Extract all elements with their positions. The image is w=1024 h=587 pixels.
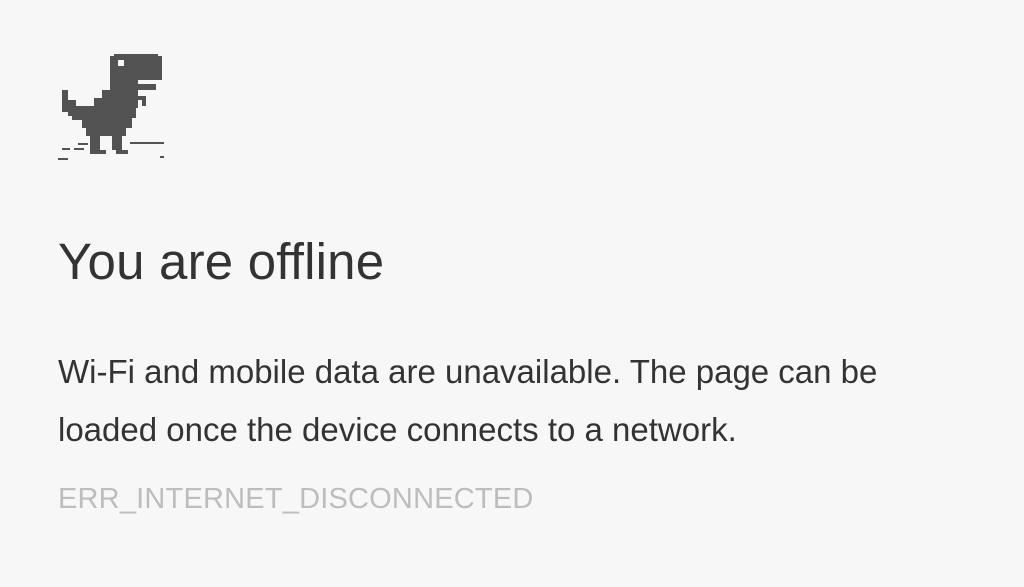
offline-message: Wi-Fi and mobile data are unavailable. T… (58, 353, 878, 448)
page-title: You are offline (58, 233, 385, 290)
offline-error-page: You are offline Wi-Fi and mobile data ar… (0, 0, 1024, 587)
offline-dino-icon (58, 54, 164, 160)
error-code: ERR_INTERNET_DISCONNECTED (58, 483, 534, 515)
